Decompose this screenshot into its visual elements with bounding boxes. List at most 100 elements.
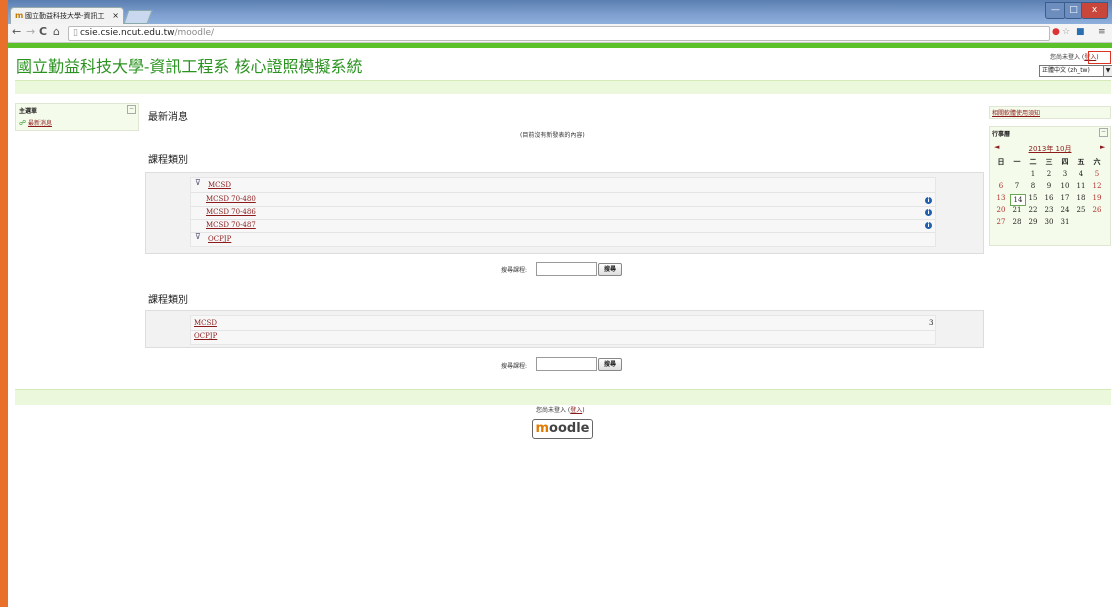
calendar-day[interactable]: 19: [1090, 194, 1104, 202]
login-prefix: 您尚未登入 (: [536, 407, 571, 414]
moodle-logo[interactable]: moodle: [532, 419, 593, 439]
category-list-inner: MCSD 3 OCPJP: [190, 315, 936, 345]
collapse-icon[interactable]: −: [127, 105, 136, 114]
stop-extension-icon[interactable]: ●: [1052, 27, 1060, 37]
forward-icon[interactable]: →: [26, 25, 35, 38]
news-empty: (目前沒有新發表的內容): [520, 132, 585, 139]
footer-login-info: 您尚未登入 (登入): [536, 405, 585, 414]
calendar-day[interactable]: 12: [1090, 182, 1104, 190]
course-link-70-486[interactable]: MCSD 70-486: [206, 208, 256, 216]
login-suffix: ): [582, 407, 585, 414]
sidebar-item-label[interactable]: 最新消息: [28, 120, 52, 127]
calendar-day[interactable]: 23: [1042, 206, 1056, 214]
calendar-day[interactable]: 15: [1026, 194, 1040, 202]
software-notice-link[interactable]: 相關軟體使用須知: [992, 108, 1040, 117]
category-list: MCSD 3 OCPJP: [145, 310, 984, 348]
address-bar[interactable]: ▯ csie.csie.ncut.edu.tw/moodle/: [68, 26, 1050, 41]
category-link-ocpjp[interactable]: OCPJP: [208, 235, 231, 243]
category-link-mcsd[interactable]: MCSD: [208, 181, 231, 189]
calendar-day[interactable]: 29: [1026, 218, 1040, 226]
back-icon[interactable]: ←: [12, 25, 21, 38]
calendar-day[interactable]: 7: [1010, 182, 1024, 190]
search-input[interactable]: [536, 262, 597, 276]
collapse-icon[interactable]: −: [1099, 128, 1108, 137]
calendar-day[interactable]: 1: [1026, 170, 1040, 178]
next-month-icon[interactable]: ►: [1100, 143, 1105, 151]
footer-login-link[interactable]: 登入: [570, 407, 582, 414]
logo-rest: oodle: [549, 421, 590, 436]
course-link-70-480[interactable]: MCSD 70-480: [206, 195, 256, 203]
info-icon[interactable]: i: [925, 209, 932, 216]
category-tree-inner: ⊽ MCSD MCSD 70-480 i MCSD 70-486 i MCSD …: [190, 177, 936, 247]
search-button[interactable]: 搜尋: [598, 358, 623, 371]
login-highlight: [1088, 51, 1111, 64]
tab-close-icon[interactable]: ×: [112, 8, 119, 24]
menu-icon[interactable]: ≡: [1098, 27, 1106, 37]
weekday-header: 一: [1013, 158, 1021, 166]
calendar-day[interactable]: 27: [994, 218, 1008, 226]
weekday-header: 四: [1061, 158, 1069, 166]
calendar-day[interactable]: 13: [994, 194, 1008, 202]
info-icon[interactable]: i: [925, 197, 932, 204]
page-icon: ▯: [73, 28, 78, 38]
main-menu-block: 主選單 − ☍ 最新消息: [15, 103, 139, 131]
category-link-ocpjp[interactable]: OCPJP: [194, 332, 217, 340]
calendar-day[interactable]: 6: [994, 182, 1008, 190]
calendar-day[interactable]: 30: [1042, 218, 1056, 226]
calendar-day[interactable]: 20: [994, 206, 1008, 214]
calendar-day[interactable]: 5: [1090, 170, 1104, 178]
category-link-mcsd[interactable]: MCSD: [194, 319, 217, 327]
calendar-day[interactable]: 2: [1042, 170, 1056, 178]
category-heading: 課程類別: [148, 155, 188, 166]
calendar-day[interactable]: 18: [1074, 194, 1088, 202]
calendar-day[interactable]: 3: [1058, 170, 1072, 178]
minimize-button[interactable]: —: [1045, 2, 1066, 19]
close-window-button[interactable]: x: [1081, 2, 1108, 19]
search-label: 搜尋課程:: [501, 363, 528, 370]
calendar-day[interactable]: 28: [1010, 218, 1024, 226]
reload-icon[interactable]: C: [39, 25, 47, 38]
calendar-day[interactable]: 21: [1010, 206, 1024, 214]
calendar-day[interactable]: 26: [1090, 206, 1104, 214]
calendar-day[interactable]: 4: [1074, 170, 1088, 178]
header-bar: [8, 43, 1112, 48]
address-path: /moodle/: [174, 28, 215, 38]
calendar-day[interactable]: 24: [1058, 206, 1072, 214]
chevron-down-icon: ▼: [1103, 66, 1112, 76]
calendar-day[interactable]: 25: [1074, 206, 1088, 214]
calendar-day[interactable]: 22: [1026, 206, 1040, 214]
weekday-header: 日: [997, 158, 1005, 166]
tab-title: 國立勤益科技大學-資訊工: [25, 12, 105, 20]
divider: [191, 219, 935, 220]
course-count: 3: [929, 319, 934, 327]
calendar-day[interactable]: 11: [1074, 182, 1088, 190]
search-button[interactable]: 搜尋: [598, 263, 623, 276]
divider: [191, 330, 935, 331]
logo-m: m: [535, 421, 550, 436]
calendar-day[interactable]: 17: [1058, 194, 1072, 202]
calendar-day[interactable]: 14: [1010, 194, 1026, 206]
home-icon[interactable]: ⌂: [53, 25, 60, 38]
weekday-header: 三: [1045, 158, 1053, 166]
calendar-day[interactable]: 9: [1042, 182, 1056, 190]
info-icon[interactable]: i: [925, 222, 932, 229]
calendar-day[interactable]: 10: [1058, 182, 1072, 190]
calendar-day[interactable]: 16: [1042, 194, 1056, 202]
course-link-70-487[interactable]: MCSD 70-487: [206, 221, 256, 229]
bookmark-star-icon[interactable]: ☆: [1062, 27, 1070, 37]
extension-icon[interactable]: ■: [1076, 27, 1085, 37]
weekday-header: 五: [1077, 158, 1085, 166]
browser-tab[interactable]: m 國立勤益科技大學-資訊工 ×: [10, 7, 124, 25]
calendar-day[interactable]: 31: [1058, 218, 1072, 226]
category-tree: ⊽ MCSD MCSD 70-480 i MCSD 70-486 i MCSD …: [145, 172, 984, 254]
calendar-day[interactable]: 8: [1026, 182, 1040, 190]
forum-icon: ☍: [19, 119, 27, 127]
weekday-header: 六: [1093, 158, 1101, 166]
search-input[interactable]: [536, 357, 597, 371]
sidebar-item-news[interactable]: ☍ 最新消息: [19, 118, 52, 127]
language-select[interactable]: 正體中文 (zh_tw) ▼: [1039, 65, 1112, 77]
calendar-month[interactable]: 2013年 10月: [990, 144, 1110, 154]
calendar-title: 行事曆: [992, 131, 1011, 138]
folder-icon: ⊽: [195, 232, 201, 241]
new-tab-button[interactable]: [123, 10, 153, 24]
